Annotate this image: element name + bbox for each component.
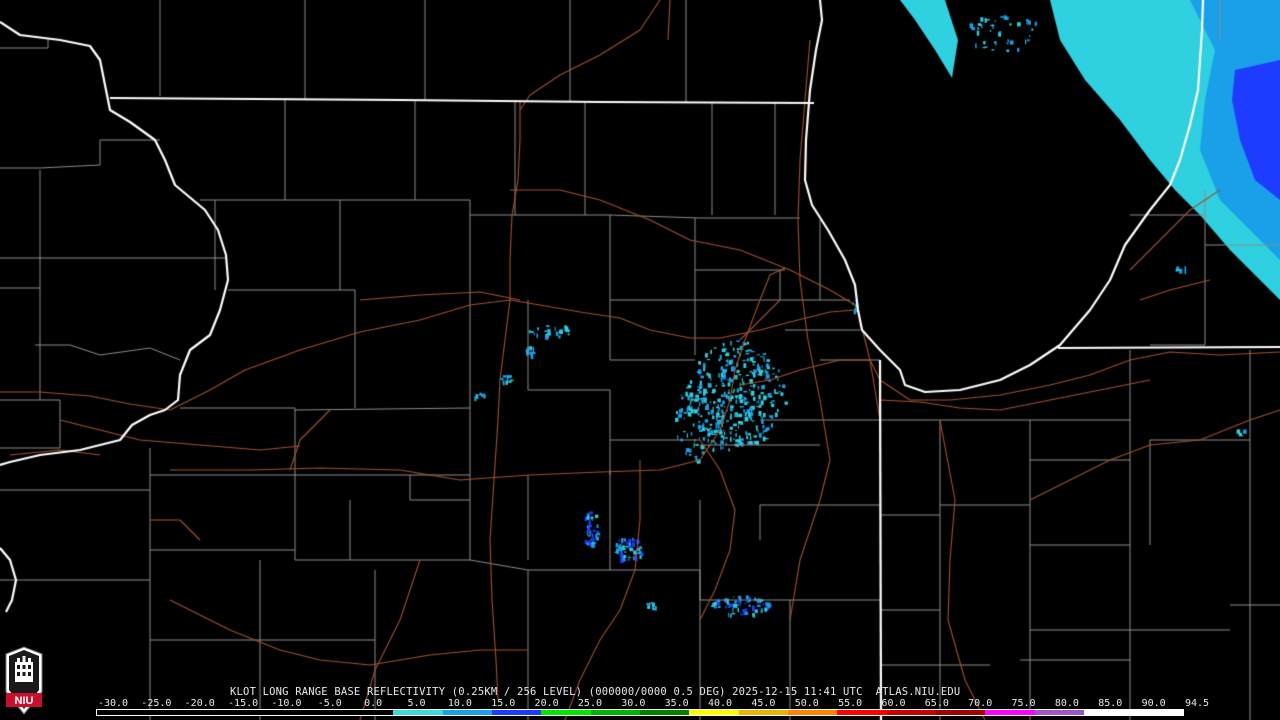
scale-label: 45.0 (751, 698, 776, 709)
scale-swatch (442, 710, 492, 715)
product-caption: KLOT LONG RANGE BASE REFLECTIVITY (0.25K… (230, 686, 961, 698)
scale-label: -25.0 (141, 698, 172, 709)
scale-label: -10.0 (271, 698, 302, 709)
scale-swatch (97, 710, 147, 715)
scale-swatch (985, 710, 1035, 715)
scale-swatch (146, 710, 196, 715)
scale-swatch (590, 710, 640, 715)
scale-swatch (245, 710, 295, 715)
scale-label: 20.0 (534, 698, 559, 709)
color-scale-bar (96, 709, 1184, 716)
scale-swatch (491, 710, 542, 715)
scale-label: 90.0 (1141, 698, 1166, 709)
scale-swatch (1034, 710, 1085, 715)
scale-label: 5.0 (407, 698, 426, 709)
scale-label: 55.0 (838, 698, 863, 709)
scale-swatch (1084, 710, 1134, 715)
scale-swatch (1133, 710, 1183, 715)
scale-swatch (393, 710, 443, 715)
scale-label: 85.0 (1098, 698, 1123, 709)
scale-label: 50.0 (794, 698, 819, 709)
scale-swatch (738, 710, 789, 715)
scale-swatch (837, 710, 887, 715)
scale-label: 25.0 (577, 698, 602, 709)
scale-label: 30.0 (621, 698, 646, 709)
scale-swatch (294, 710, 344, 715)
scale-label: 75.0 (1011, 698, 1036, 709)
scale-label: 15.0 (491, 698, 516, 709)
scale-label: 10.0 (447, 698, 472, 709)
scale-label: 65.0 (924, 698, 949, 709)
niu-logo-text: NIU (15, 695, 34, 707)
scale-swatch (886, 710, 937, 715)
scale-swatch (689, 710, 739, 715)
scale-label: -30.0 (97, 698, 129, 709)
scale-label: 80.0 (1054, 698, 1079, 709)
scale-label: -5.0 (317, 698, 342, 709)
radar-reflectivity-map (0, 0, 1280, 720)
scale-label: 40.0 (707, 698, 733, 709)
scale-label: 70.0 (968, 698, 993, 709)
scale-label: 35.0 (664, 698, 689, 709)
scale-label: -15.0 (228, 698, 259, 709)
scale-label: -20.0 (184, 698, 215, 709)
scale-swatch (195, 710, 246, 715)
scale-label: 94.5 (1184, 698, 1210, 709)
scale-swatch (541, 710, 591, 715)
scale-swatch (639, 710, 690, 715)
scale-swatch (788, 710, 838, 715)
scale-swatch (936, 710, 986, 715)
scale-swatch (343, 710, 394, 715)
scale-label: 60.0 (881, 698, 906, 709)
scale-label: 0.0 (364, 698, 383, 709)
niu-logo: NIU (5, 646, 43, 715)
